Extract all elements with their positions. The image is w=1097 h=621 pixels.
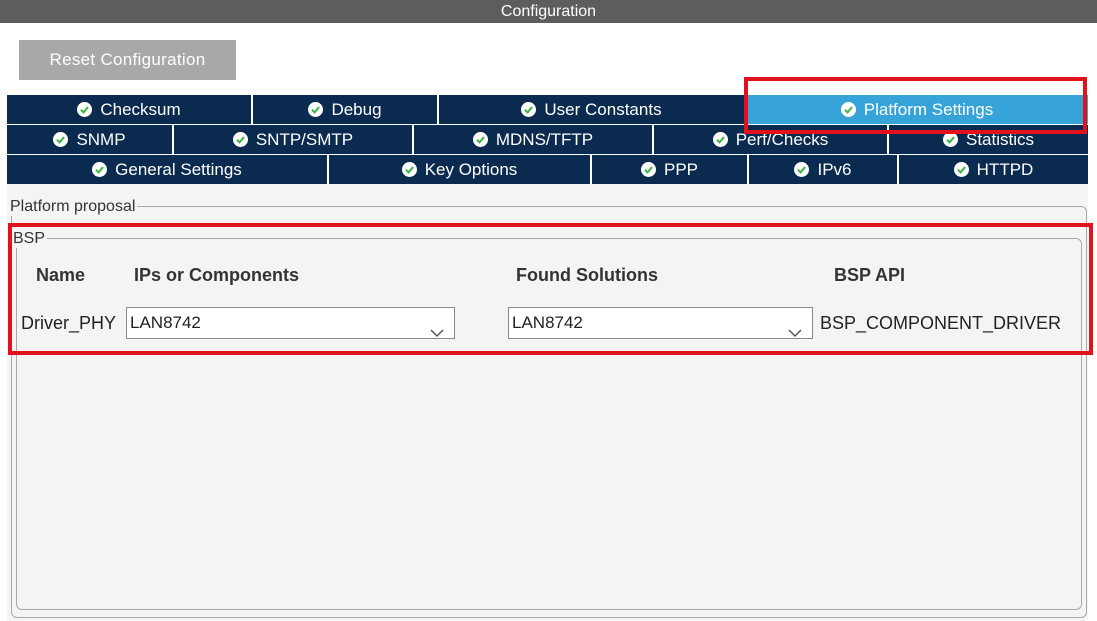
tab-label: Debug xyxy=(331,99,382,119)
tab-user-constants[interactable]: User Constants xyxy=(439,95,746,124)
check-circle-icon xyxy=(401,162,417,177)
tab-debug[interactable]: Debug xyxy=(253,95,439,124)
tab-label: PPP xyxy=(663,159,699,179)
reset-configuration-button[interactable]: Reset Configuration xyxy=(19,40,236,80)
tab-snmp[interactable]: SNMP xyxy=(7,125,174,154)
window-title: Configuration xyxy=(0,0,1097,23)
tab-label: MDNS/TFTP xyxy=(495,129,594,149)
check-circle-icon xyxy=(953,162,969,177)
highlight-box-bsp xyxy=(8,223,1093,355)
tab-sntp-smtp[interactable]: SNTP/SMTP xyxy=(174,125,414,154)
tab-label: Key Options xyxy=(424,159,518,179)
tab-label: IPv6 xyxy=(817,159,852,179)
check-circle-icon xyxy=(640,162,656,177)
check-circle-icon xyxy=(308,102,324,117)
check-circle-icon xyxy=(472,132,488,147)
check-circle-icon xyxy=(53,132,69,147)
check-circle-icon xyxy=(77,102,93,117)
tab-label: Checksum xyxy=(100,99,181,119)
tab-label: SNTP/SMTP xyxy=(255,129,354,149)
check-circle-icon xyxy=(942,132,958,147)
check-circle-icon xyxy=(521,102,537,117)
tab-key-options[interactable]: Key Options xyxy=(329,155,592,184)
tab-label: General Settings xyxy=(115,159,242,179)
tab-mdns-tftp[interactable]: MDNS/TFTP xyxy=(414,125,654,154)
check-circle-icon xyxy=(92,162,108,177)
check-circle-icon xyxy=(232,132,248,147)
tab-row-3: General Settings Key Options PPP IPv6 HT… xyxy=(7,155,1088,184)
check-circle-icon xyxy=(794,162,810,177)
tab-ppp[interactable]: PPP xyxy=(592,155,749,184)
platform-proposal-title: Platform proposal xyxy=(8,198,138,216)
tab-label: User Constants xyxy=(544,99,662,119)
tab-httpd[interactable]: HTTPD xyxy=(899,155,1088,184)
tab-checksum[interactable]: Checksum xyxy=(7,95,253,124)
tab-label: SNMP xyxy=(76,129,126,149)
tab-label: HTTPD xyxy=(976,159,1034,179)
highlight-box-platform-settings xyxy=(744,77,1087,134)
check-circle-icon xyxy=(712,132,728,147)
tab-general-settings[interactable]: General Settings xyxy=(7,155,329,184)
tab-ipv6[interactable]: IPv6 xyxy=(749,155,899,184)
